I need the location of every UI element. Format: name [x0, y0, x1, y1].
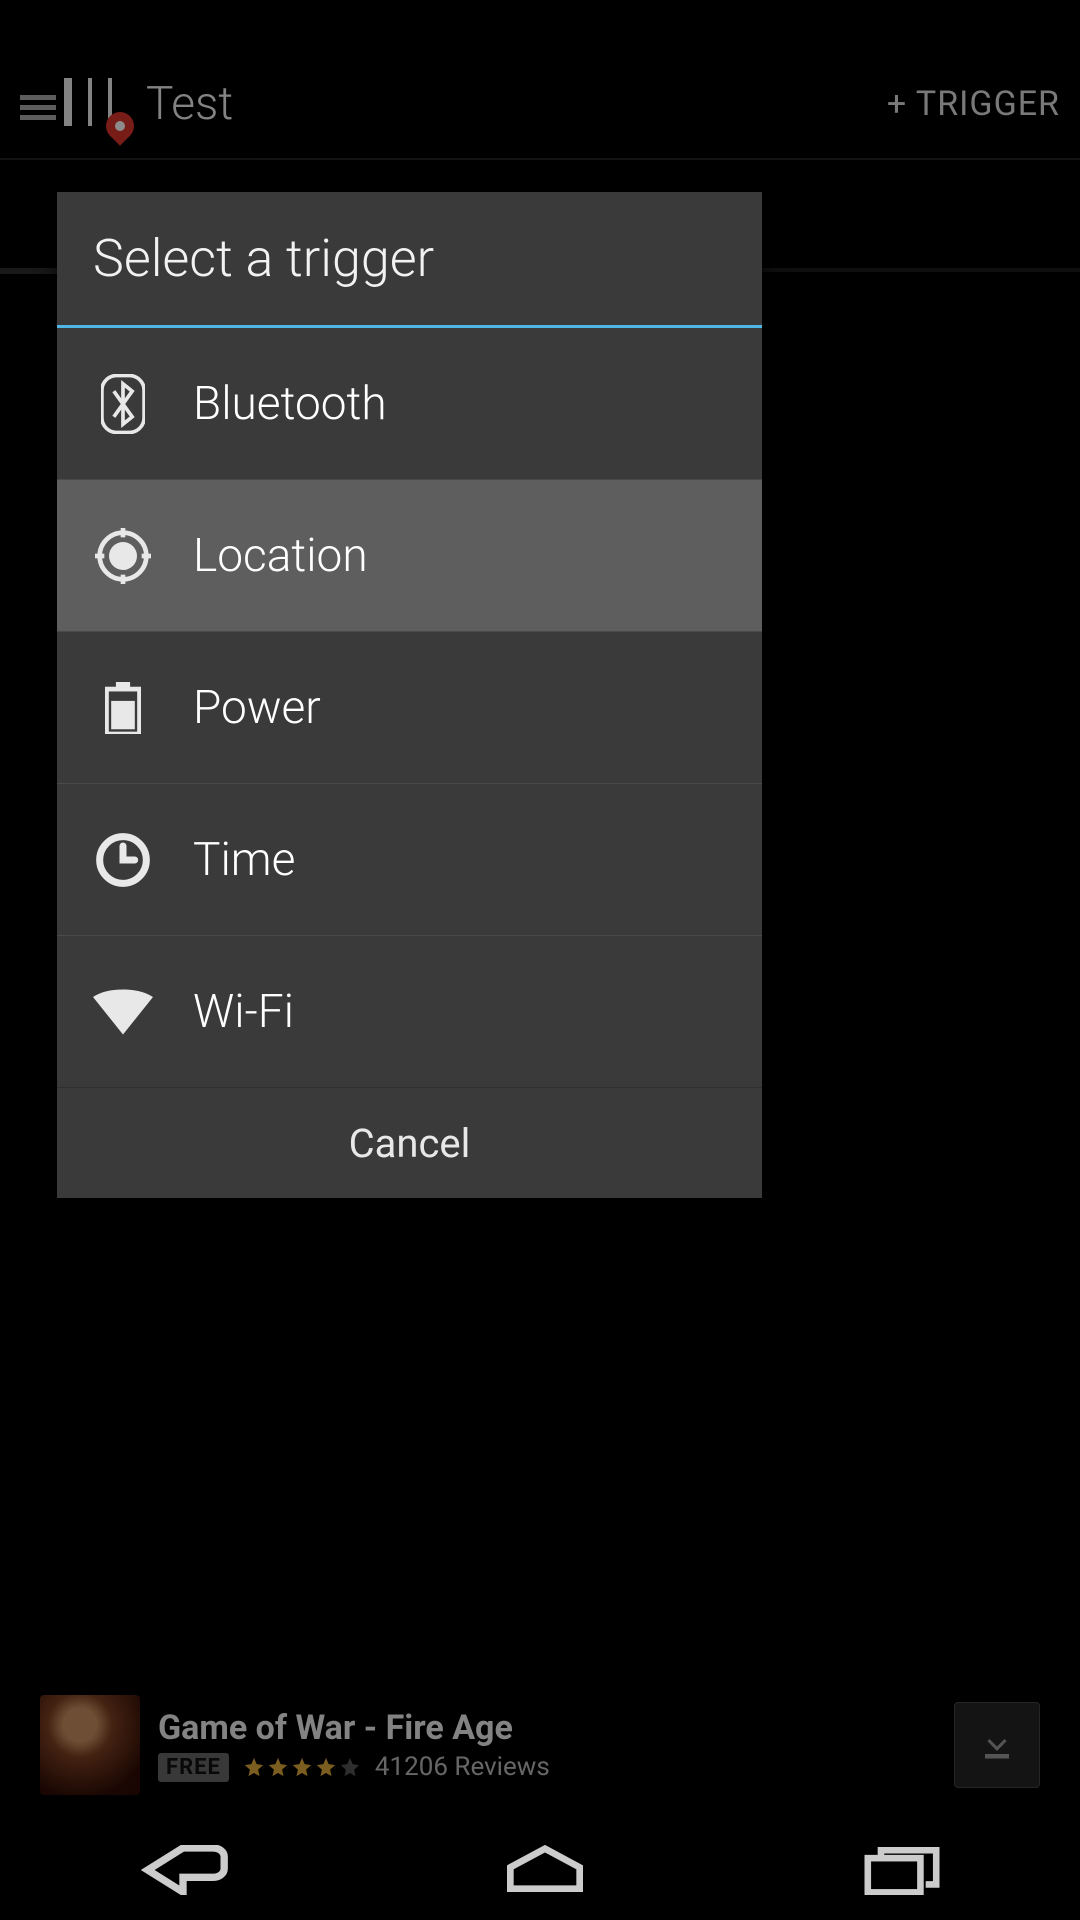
bluetooth-icon [93, 374, 153, 434]
download-button[interactable] [954, 1702, 1040, 1788]
back-button[interactable] [138, 1845, 228, 1899]
trigger-option-label: Bluetooth [193, 377, 387, 431]
ad-review-count: 41206 Reviews [375, 1752, 550, 1782]
clock-icon [93, 830, 153, 890]
trigger-option-label: Time [193, 833, 295, 887]
select-trigger-dialog: Select a trigger Bluetooth Location Powe… [57, 192, 762, 1198]
ad-thumbnail [40, 1695, 140, 1795]
app-icon [64, 72, 128, 136]
trigger-option-power[interactable]: Power [57, 632, 762, 784]
add-trigger-button[interactable]: + TRIGGER [887, 84, 1060, 124]
trigger-option-wifi[interactable]: Wi-Fi [57, 936, 762, 1088]
cancel-button[interactable]: Cancel [57, 1088, 762, 1198]
trigger-option-bluetooth[interactable]: Bluetooth [57, 328, 762, 480]
page-title: Test [146, 77, 887, 131]
trigger-option-time[interactable]: Time [57, 784, 762, 936]
price-badge: FREE [158, 1753, 229, 1782]
action-bar: Test + TRIGGER [0, 50, 1080, 160]
menu-icon[interactable] [20, 90, 56, 118]
battery-icon [93, 678, 153, 738]
trigger-option-label: Location [193, 529, 368, 583]
location-icon [93, 526, 153, 586]
rating-stars [243, 1756, 361, 1778]
ad-title: Game of War - Fire Age [158, 1708, 936, 1748]
ad-banner[interactable]: Game of War - Fire Age FREE 41206 Review… [40, 1695, 1040, 1795]
trigger-option-label: Wi-Fi [193, 985, 294, 1039]
trigger-option-label: Power [193, 681, 321, 735]
dialog-title: Select a trigger [57, 192, 762, 328]
trigger-option-location[interactable]: Location [57, 480, 762, 632]
home-button[interactable] [505, 1845, 585, 1899]
recent-apps-button[interactable] [862, 1845, 942, 1899]
wifi-icon [93, 982, 153, 1042]
ad-text-block: Game of War - Fire Age FREE 41206 Review… [158, 1708, 936, 1782]
system-nav-bar [0, 1824, 1080, 1920]
